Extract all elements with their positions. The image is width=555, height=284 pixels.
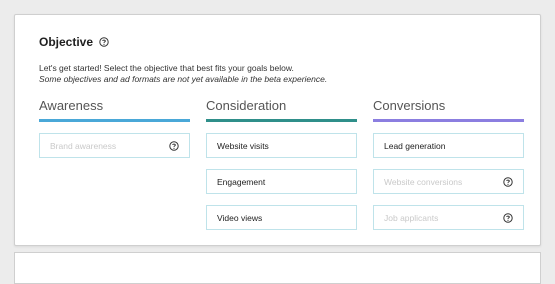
objective-beta-note: Some objectives and ad formats are not y… <box>39 74 328 84</box>
option-video-views[interactable]: Video views <box>206 205 357 230</box>
objective-description: Let's get started! Select the objective … <box>39 63 327 85</box>
objective-title: Objective <box>39 35 94 49</box>
awareness-accent-bar <box>39 119 190 122</box>
help-circle-icon[interactable] <box>503 176 513 187</box>
option-label: Lead generation <box>384 140 446 151</box>
help-circle-icon[interactable] <box>99 37 109 47</box>
column-header-awareness: Awareness <box>39 98 104 113</box>
conversions-accent-bar <box>373 119 524 122</box>
objective-title-row: Objective <box>39 35 109 49</box>
option-label: Website conversions <box>384 176 463 187</box>
column-conversions: Conversions Lead generation Website conv… <box>373 97 524 230</box>
consideration-accent-bar <box>206 119 357 122</box>
column-consideration: Consideration Website visits Engagement … <box>206 97 357 230</box>
option-job-applicants: Job applicants <box>373 205 524 230</box>
column-header-consideration: Consideration <box>206 98 287 113</box>
option-brand-awareness: Brand awareness <box>39 133 190 158</box>
option-label: Video views <box>217 212 263 223</box>
option-website-conversions: Website conversions <box>373 169 524 194</box>
objective-card: Objective Let's get started! Select the … <box>14 14 541 246</box>
column-header-conversions: Conversions <box>373 98 446 113</box>
option-label: Website visits <box>217 140 269 151</box>
option-label: Job applicants <box>384 212 439 223</box>
column-awareness: Awareness Brand awareness <box>39 97 190 158</box>
help-circle-icon[interactable] <box>503 212 513 223</box>
help-circle-icon[interactable] <box>169 140 179 151</box>
option-website-visits[interactable]: Website visits <box>206 133 357 158</box>
option-lead-generation[interactable]: Lead generation <box>373 133 524 158</box>
next-section-card <box>14 252 541 284</box>
option-engagement[interactable]: Engagement <box>206 169 357 194</box>
objective-intro-text: Let's get started! Select the objective … <box>39 63 294 73</box>
option-label: Brand awareness <box>50 140 117 151</box>
option-label: Engagement <box>217 176 266 187</box>
